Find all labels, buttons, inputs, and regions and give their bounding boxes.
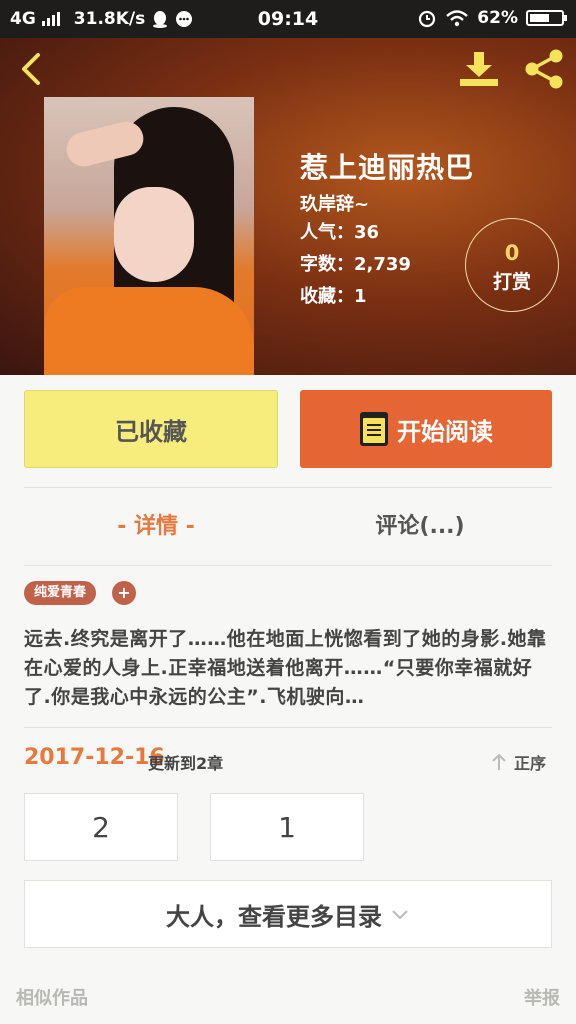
chapter-number: 2 bbox=[92, 810, 110, 844]
tab-detail[interactable]: - 详情 - bbox=[24, 508, 288, 540]
sort-order-label: 正序 bbox=[514, 754, 547, 773]
wifi-icon bbox=[446, 10, 469, 27]
book-title: 惹上迪丽热巴 bbox=[300, 151, 475, 184]
battery-percent: 62% bbox=[477, 8, 518, 28]
divider bbox=[24, 487, 552, 488]
status-bar: 4G 31.8K/s 09:14 62% bbox=[0, 0, 576, 38]
chapter-item[interactable]: 2 bbox=[24, 793, 178, 861]
similar-works-heading: 相似作品 bbox=[16, 988, 88, 1009]
start-reading-label: 开始阅读 bbox=[397, 417, 493, 446]
favorite-button[interactable]: 已收藏 bbox=[24, 390, 278, 468]
more-chapters-label: 大人，查看更多目录 bbox=[166, 902, 382, 931]
book-author[interactable]: 玖岸辞~ bbox=[300, 190, 369, 216]
start-reading-button[interactable]: 开始阅读 bbox=[300, 390, 552, 468]
back-icon[interactable] bbox=[14, 52, 48, 86]
reward-label: 打赏 bbox=[492, 271, 531, 293]
stat-popularity: 人气：36 bbox=[300, 222, 380, 243]
genre-tag[interactable]: 纯爱青春 bbox=[24, 581, 97, 605]
reward-button[interactable]: 0 打赏 bbox=[465, 218, 559, 312]
arrow-up-icon bbox=[492, 753, 506, 770]
divider bbox=[24, 727, 552, 728]
chapter-item[interactable]: 1 bbox=[210, 793, 364, 861]
reward-count: 0 bbox=[504, 241, 520, 265]
divider bbox=[24, 565, 552, 566]
more-chapters-button[interactable]: 大人，查看更多目录 bbox=[24, 880, 552, 948]
download-icon[interactable] bbox=[458, 50, 500, 88]
update-date: 2017-12-16 bbox=[24, 745, 165, 770]
share-icon[interactable] bbox=[522, 48, 566, 90]
add-tag-button[interactable]: + bbox=[112, 581, 136, 605]
chevron-down-icon bbox=[392, 910, 408, 920]
book-description[interactable]: 远去.终究是离开了……他在地面上恍惚看到了她的身影.她靠在心爱的人身上.正幸福地… bbox=[24, 625, 552, 712]
alarm-icon bbox=[419, 10, 436, 28]
battery-icon bbox=[526, 10, 567, 26]
tab-comment[interactable]: 评论(...) bbox=[288, 508, 552, 540]
chapter-number: 1 bbox=[278, 810, 296, 844]
favorite-label: 已收藏 bbox=[115, 417, 187, 446]
report-link[interactable]: 举报 bbox=[524, 984, 560, 1010]
stat-favorites: 收藏：1 bbox=[300, 286, 367, 307]
update-status: 更新到2章 bbox=[148, 754, 224, 773]
sort-order-button[interactable]: 正序 bbox=[490, 750, 546, 774]
book-cover[interactable] bbox=[44, 97, 254, 375]
book-icon bbox=[360, 412, 388, 446]
stat-word-count: 字数：2,739 bbox=[300, 254, 411, 275]
